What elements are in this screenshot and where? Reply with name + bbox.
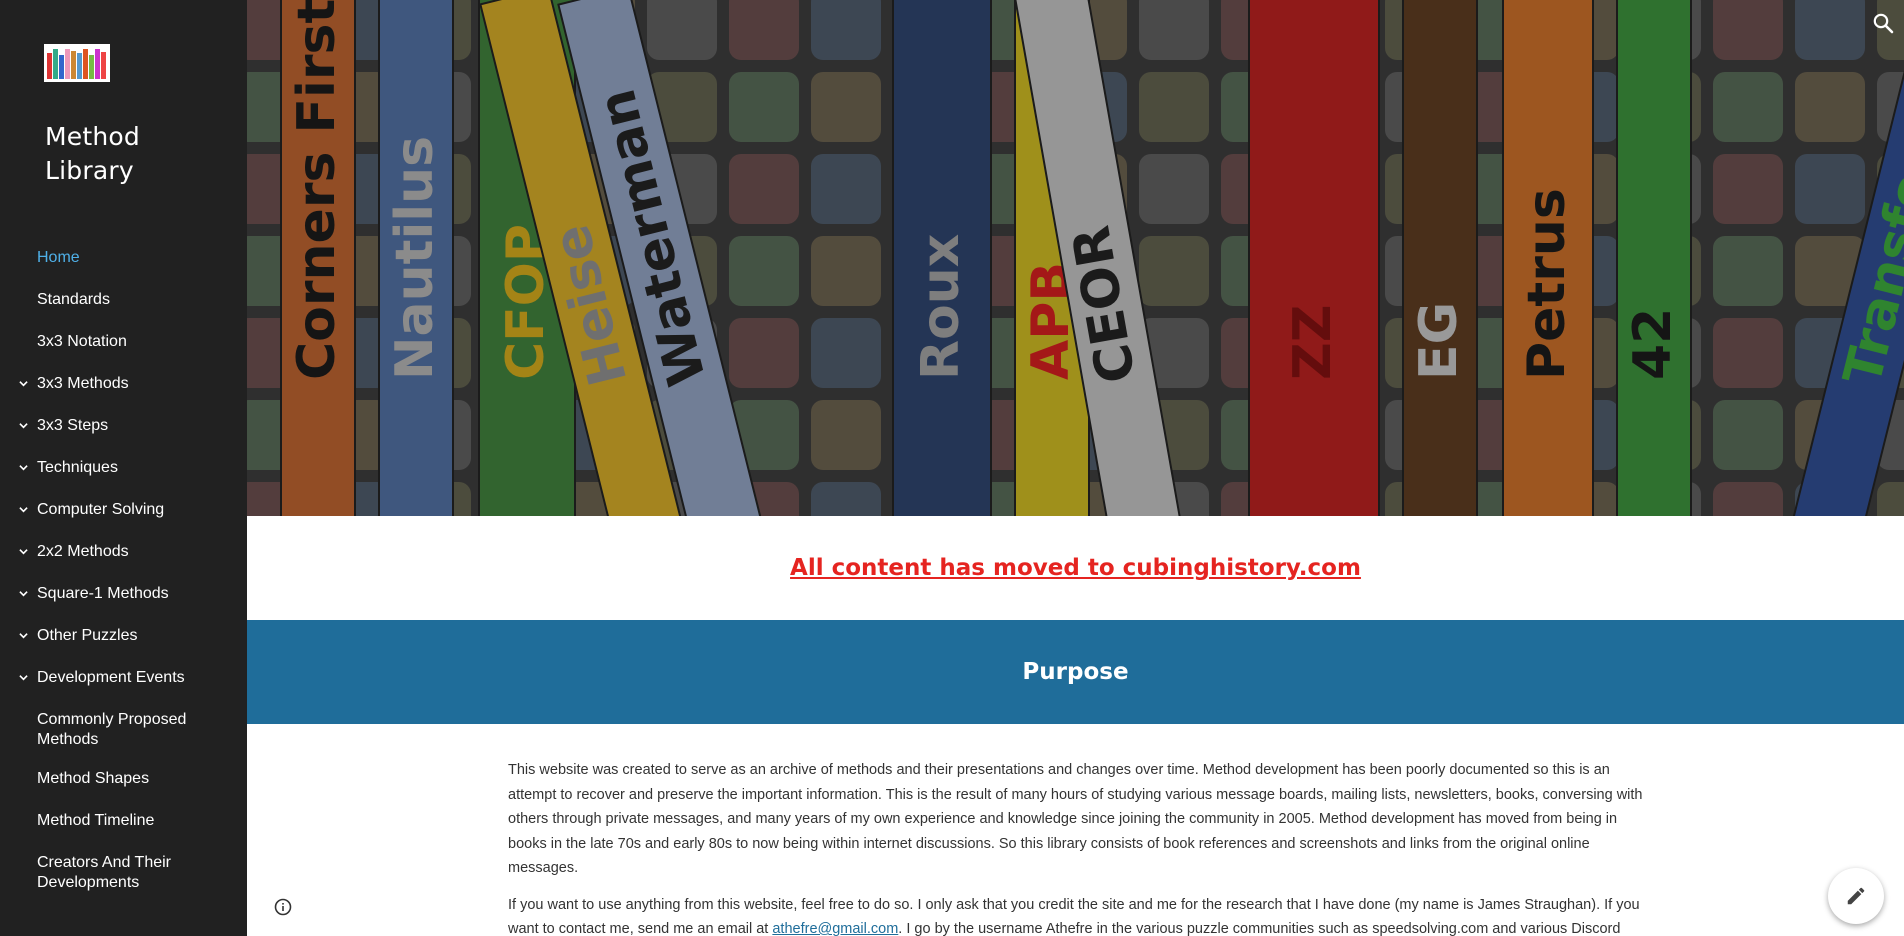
sidebar-item-standards[interactable]: Standards — [0, 290, 247, 310]
purpose-paragraph-2: If you want to use anything from this we… — [508, 893, 1650, 936]
sidebar-item-label: Square-1 Methods — [37, 585, 169, 602]
sidebar-item-method-shapes[interactable]: Method Shapes — [0, 769, 247, 789]
sidebar-item-computer-solving[interactable]: Computer Solving — [0, 500, 247, 520]
sidebar: Method Library Home Standards 3x3 Notation… — [0, 0, 247, 936]
chevron-down-icon[interactable] — [19, 631, 28, 640]
chevron-down-icon[interactable] — [19, 505, 28, 514]
sidebar-item-commonly-proposed-methods[interactable]: Commonly Proposed Methods — [0, 710, 247, 750]
sidebar-item-label: Method Shapes — [37, 770, 150, 787]
sidebar-item-creators-and-their-developments[interactable]: Creators And Their Developments — [0, 853, 247, 893]
sidebar-item-techniques[interactable]: Techniques — [0, 458, 247, 478]
chevron-down-icon[interactable] — [19, 673, 28, 682]
banner-overlay — [247, 0, 1904, 516]
chevron-down-icon[interactable] — [19, 463, 28, 472]
sidebar-item-label: Computer Solving — [37, 501, 165, 518]
header-banner: Corners FirstNautilusCFOPHeiseWatermanRo… — [247, 0, 1904, 516]
sidebar-item-development-events[interactable]: Development Events — [0, 668, 247, 688]
purpose-section-header: Purpose — [247, 620, 1904, 724]
sidebar-item-label: Other Puzzles — [37, 627, 138, 644]
moved-notice-link[interactable]: All content has moved to cubinghistory.c… — [790, 555, 1361, 581]
sidebar-item-3x3-methods[interactable]: 3x3 Methods — [0, 374, 247, 394]
bookshelf-logo[interactable] — [44, 44, 110, 82]
sidebar-item-home[interactable]: Home — [0, 248, 247, 268]
purpose-heading: Purpose — [1022, 659, 1129, 685]
main-content: This website was created to serve as an … — [508, 758, 1650, 936]
bookshelf-banner-image: Corners FirstNautilusCFOPHeiseWatermanRo… — [247, 0, 1904, 516]
info-icon[interactable] — [274, 898, 292, 916]
sidebar-item-label: Method Timeline — [37, 812, 155, 829]
sidebar-item-label: 3x3 Notation — [37, 333, 127, 350]
sidebar-item-label: Creators And Their Developments — [37, 854, 171, 891]
sidebar-item-label: Standards — [37, 291, 110, 308]
search-icon[interactable] — [1872, 12, 1894, 34]
chevron-down-icon[interactable] — [19, 589, 28, 598]
chevron-down-icon[interactable] — [19, 547, 28, 556]
sidebar-item-label: Techniques — [37, 459, 118, 476]
sidebar-item-method-timeline[interactable]: Method Timeline — [0, 811, 247, 831]
sidebar-item-3x3-notation[interactable]: 3x3 Notation — [0, 332, 247, 352]
email-link[interactable]: athefre@gmail.com — [772, 921, 898, 936]
sidebar-item-label: 3x3 Steps — [37, 417, 109, 434]
sidebar-item-other-puzzles[interactable]: Other Puzzles — [0, 626, 247, 646]
chevron-down-icon[interactable] — [19, 379, 28, 388]
sidebar-item-label: Home — [37, 249, 80, 266]
sidebar-item-label: Development Events — [37, 669, 185, 686]
chevron-down-icon[interactable] — [19, 421, 28, 430]
moved-notice: All content has moved to cubinghistory.c… — [247, 516, 1904, 620]
sidebar-item-2x2-methods[interactable]: 2x2 Methods — [0, 542, 247, 562]
sidebar-item-square-1-methods[interactable]: Square-1 Methods — [0, 584, 247, 604]
edit-button[interactable] — [1828, 868, 1884, 924]
sidebar-item-label: 2x2 Methods — [37, 543, 129, 560]
pencil-icon — [1847, 887, 1865, 905]
site-title[interactable]: Method Library — [45, 120, 215, 188]
purpose-paragraph-1: This website was created to serve as an … — [508, 762, 1643, 876]
sidebar-item-label: 3x3 Methods — [37, 375, 129, 392]
sidebar-item-label: Commonly Proposed Methods — [37, 711, 187, 748]
sidebar-item-3x3-steps[interactable]: 3x3 Steps — [0, 416, 247, 436]
